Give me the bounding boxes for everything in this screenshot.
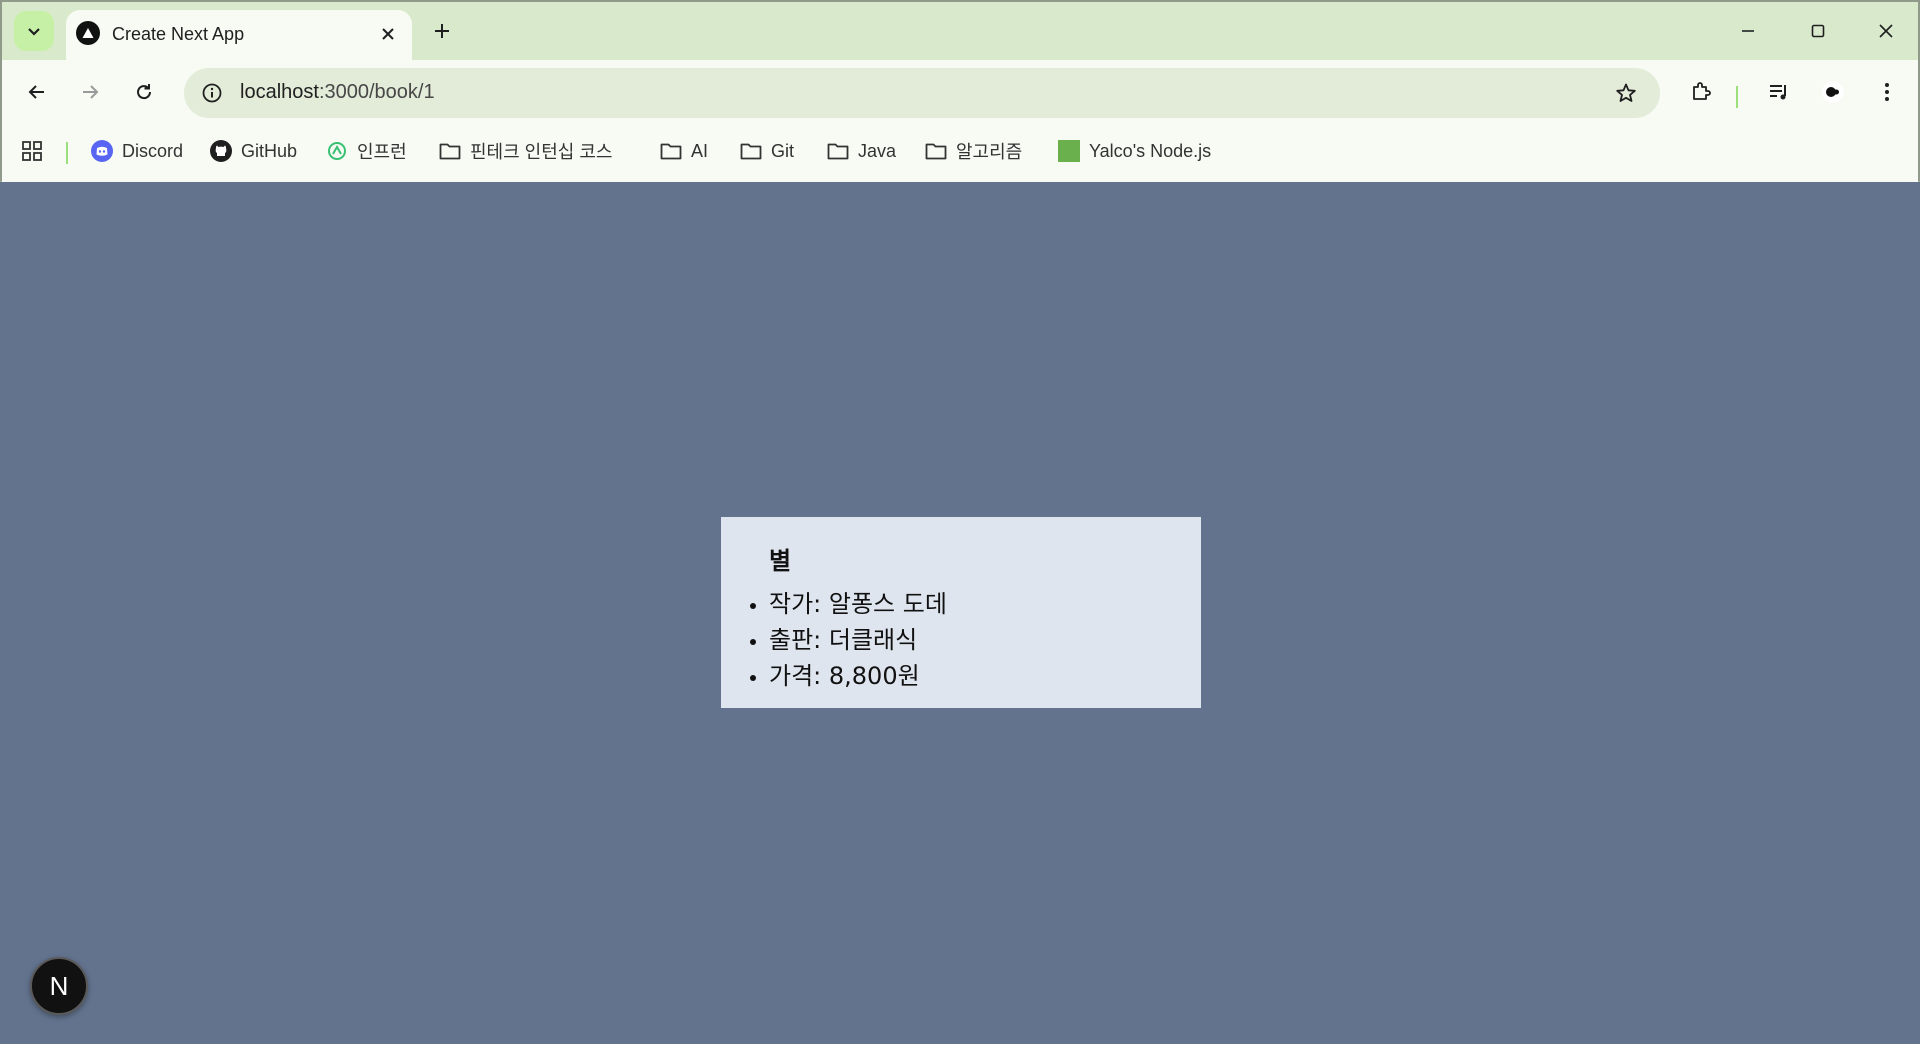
playlist-music-icon [1770,85,1786,100]
bookmark-label: Java [858,140,897,161]
nextjs-triangle-icon [76,21,100,45]
folder-icon [826,139,850,163]
chevron-down-icon [28,28,40,36]
profile-button[interactable] [1813,72,1853,112]
extensions-button[interactable] [1681,72,1721,112]
folder-icon [438,139,462,163]
bookmark-yalco-nodejs[interactable]: Yalco's Node.js [1057,136,1211,166]
book-price: 8,800원 [828,662,920,690]
profile-toggle-icon [1822,81,1844,103]
toolbar-divider [1736,86,1738,108]
nextjs-dev-tools-button[interactable]: N [30,957,88,1015]
book-publisher-row: 출판: 더클래식 [769,622,1201,658]
tab-search-button[interactable] [14,11,54,51]
star-icon [1616,83,1636,102]
book-price-row: 가격: 8,800원 [769,658,1201,694]
minimize-button[interactable] [1722,8,1774,54]
bookmark-folder-algorithm[interactable]: 알고리즘 [924,136,1022,166]
book-info-list: 작가: 알퐁스 도데 출판: 더클래식 가격: 8,800원 [769,586,1201,694]
address-bar[interactable]: localhost:3000/book/1 [184,68,1660,118]
bookmark-label: AI [691,140,709,161]
bookmarks-bar: Discord GitHub 인프런 핀테크 인턴십 코스 AI Git Jav… [2,124,1918,182]
new-tab-button[interactable] [426,15,458,47]
arrow-right-icon [83,85,99,99]
bookmark-label: Git [771,140,795,161]
bookmark-github[interactable]: GitHub [209,136,297,166]
book-publisher: 더클래식 [828,626,918,654]
minimize-icon [1742,30,1754,32]
bookmark-folder-git[interactable]: Git [739,136,794,166]
browser-window: Create Next App localhost:3000/book/1 Di… [0,0,1920,182]
reload-button[interactable] [124,72,164,112]
discord-icon [90,139,114,163]
apps-grid-icon [22,141,42,161]
bookmark-folder-java[interactable]: Java [826,136,896,166]
row-label: 출판: [769,626,829,654]
folder-icon [739,139,763,163]
forward-button[interactable] [70,72,110,112]
close-icon [382,28,394,40]
tab-active[interactable]: Create Next App [66,10,412,62]
bookmark-label: GitHub [241,140,298,161]
row-label: 가격: [769,662,829,690]
folder-icon [924,139,948,163]
tab-close-button[interactable] [374,20,402,48]
book-detail-card: 별 작가: 알퐁스 도데 출판: 더클래식 가격: 8,800원 [721,517,1201,708]
apps-button[interactable] [20,136,44,166]
tab-title: Create Next App [112,24,245,44]
plus-icon [435,24,449,38]
close-icon [1879,24,1893,38]
reload-icon [137,84,152,100]
inflearn-icon [325,139,349,163]
book-author-row: 작가: 알퐁스 도데 [769,586,1201,622]
close-window-button[interactable] [1860,8,1912,54]
menu-button[interactable] [1867,72,1907,112]
site-info-button[interactable] [194,75,230,111]
arrow-left-icon [28,85,44,99]
navigation-toolbar: localhost:3000/book/1 [2,60,1918,124]
maximize-button[interactable] [1792,8,1844,54]
url-path: :3000/book/1 [318,81,435,103]
bookmark-label: Discord [122,140,184,161]
maximize-icon [1811,24,1825,38]
nextjs-logo-icon: N [49,970,69,1001]
puzzle-icon [1693,82,1711,100]
tab-strip: Create Next App [2,2,1918,62]
back-button[interactable] [17,72,57,112]
book-author: 알퐁스 도데 [828,590,947,618]
book-title: 별 [769,547,792,575]
green-square-icon [1057,139,1081,163]
url-text: localhost:3000/book/1 [240,81,435,104]
row-label: 작가: [769,590,829,618]
bookmark-inflearn[interactable]: 인프런 [325,136,407,166]
bookmark-label: 인프런 [357,142,407,162]
info-icon [202,83,222,103]
folder-icon [659,139,683,163]
bookmark-star-button[interactable] [1610,77,1642,109]
bookmark-folder-fintech[interactable]: 핀테크 인턴십 코스 [438,136,612,166]
url-host: localhost [240,81,319,103]
bookmark-discord[interactable]: Discord [90,136,183,166]
bookmarks-divider [66,142,68,164]
github-icon [209,139,233,163]
media-control-button[interactable] [1759,72,1799,112]
bookmark-label: 핀테크 인턴십 코스 [470,142,613,162]
bookmark-label: Yalco's Node.js [1089,140,1212,161]
bookmark-label: 알고리즘 [956,142,1023,162]
bookmark-folder-ai[interactable]: AI [659,136,708,166]
more-vertical-icon [1885,83,1889,101]
